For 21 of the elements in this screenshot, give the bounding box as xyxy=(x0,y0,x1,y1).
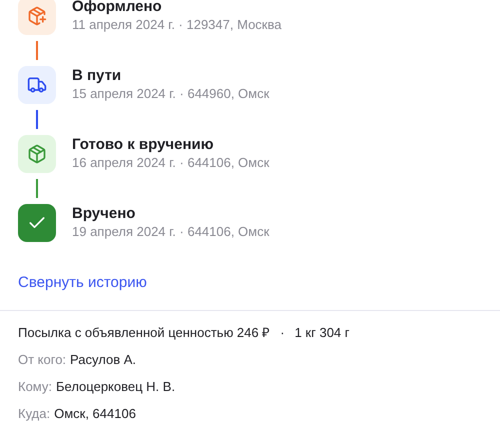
status-date-place: 15 апреля 2024 г. · 644960, Омск xyxy=(72,85,270,103)
package-plus-icon xyxy=(27,6,47,26)
detail-label: Куда: xyxy=(18,405,50,423)
status-title: В пути xyxy=(72,67,122,85)
status-date-place: 16 апреля 2024 г. · 644106, Омск xyxy=(72,154,270,172)
status-title: Готово к вручению xyxy=(72,136,215,154)
parcel-description: Посылка с объявленной ценностью 246 ₽ xyxy=(18,324,270,342)
status-title: Вручено xyxy=(72,205,136,223)
dot-separator: · xyxy=(280,324,285,342)
package-icon xyxy=(27,144,47,164)
detail-value: Омск, 644106 xyxy=(54,405,136,423)
detail-value: Белоцерковец Н. В. xyxy=(56,378,176,396)
collapse-history-link[interactable]: Свернуть историю xyxy=(18,274,147,291)
status-date-place: 11 апреля 2024 г. · 129347, Москва xyxy=(72,16,282,34)
parcel-weight: 1 кг 304 г xyxy=(294,324,350,342)
detail-label: От кого: xyxy=(18,351,66,369)
detail-label: Кому: xyxy=(18,378,52,396)
status-title: Оформлено xyxy=(72,0,163,16)
status-date-place: 19 апреля 2024 г. · 644106, Омск xyxy=(72,223,270,241)
truck-icon xyxy=(27,75,47,95)
detail-value: Расулов А. xyxy=(70,351,136,369)
